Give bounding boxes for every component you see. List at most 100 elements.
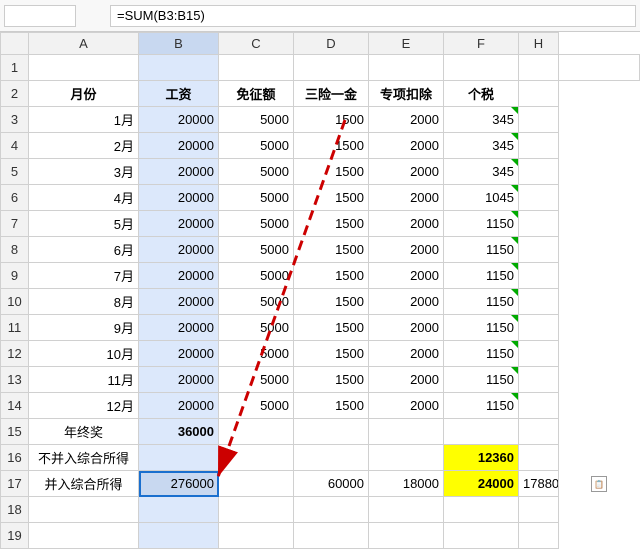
cell[interactable]: 1500 xyxy=(294,185,369,211)
cell[interactable]: 1150 xyxy=(444,237,519,263)
cell[interactable] xyxy=(519,289,559,315)
cell[interactable] xyxy=(369,497,444,523)
cell[interactable]: 2000 xyxy=(369,289,444,315)
cell[interactable] xyxy=(519,393,559,419)
cell[interactable]: 5000 xyxy=(219,185,294,211)
cell[interactable] xyxy=(519,237,559,263)
cell[interactable]: 20000 xyxy=(139,159,219,185)
cell[interactable]: 1500 xyxy=(294,263,369,289)
cell[interactable]: 工资 xyxy=(139,81,219,107)
cell[interactable]: 2000 xyxy=(369,185,444,211)
cell[interactable] xyxy=(219,55,294,81)
cell[interactable]: 20000 xyxy=(139,185,219,211)
cell[interactable]: 1500 xyxy=(294,393,369,419)
cell[interactable] xyxy=(519,523,559,549)
cell[interactable] xyxy=(294,523,369,549)
cell[interactable]: 2000 xyxy=(369,341,444,367)
cell[interactable]: 20000 xyxy=(139,133,219,159)
cell[interactable]: 7月 xyxy=(29,263,139,289)
cell[interactable]: 20000 xyxy=(139,237,219,263)
cell[interactable]: 1500 xyxy=(294,289,369,315)
cell[interactable]: 8月 xyxy=(29,289,139,315)
cell[interactable] xyxy=(29,497,139,523)
cell[interactable] xyxy=(219,497,294,523)
cell[interactable]: 1500 xyxy=(294,237,369,263)
cell[interactable] xyxy=(444,419,519,445)
cell[interactable]: 1150 xyxy=(444,289,519,315)
cell[interactable]: 12360 xyxy=(444,445,519,471)
cell[interactable]: 1500 xyxy=(294,211,369,237)
cell[interactable] xyxy=(519,419,559,445)
cell[interactable]: 5000 xyxy=(219,133,294,159)
cell[interactable]: 5000 xyxy=(219,393,294,419)
cell[interactable]: 免征额 xyxy=(219,81,294,107)
cell[interactable]: 2月 xyxy=(29,133,139,159)
cell[interactable] xyxy=(444,497,519,523)
cell[interactable]: 1500 xyxy=(294,315,369,341)
cell[interactable]: 20000 xyxy=(139,393,219,419)
cell[interactable] xyxy=(519,55,559,81)
cell[interactable]: 276000 xyxy=(139,471,219,497)
col-header-f[interactable]: F xyxy=(444,33,519,55)
cell[interactable]: 5000 xyxy=(219,341,294,367)
cell[interactable]: 1500 xyxy=(294,133,369,159)
cell[interactable]: 1500 xyxy=(294,367,369,393)
cell[interactable] xyxy=(519,445,559,471)
cell[interactable] xyxy=(369,523,444,549)
cell[interactable]: 2000 xyxy=(369,263,444,289)
cell[interactable]: 1500 xyxy=(294,341,369,367)
cell[interactable]: 60000 xyxy=(294,471,369,497)
cell[interactable] xyxy=(444,55,519,81)
cell[interactable]: 11月 xyxy=(29,367,139,393)
cell[interactable]: 345 xyxy=(444,159,519,185)
cell[interactable]: 9月 xyxy=(29,315,139,341)
cell[interactable] xyxy=(519,185,559,211)
cell[interactable]: 345 xyxy=(444,107,519,133)
cell[interactable]: 345 xyxy=(444,133,519,159)
cell[interactable]: 2000 xyxy=(369,367,444,393)
cell[interactable]: 1150 xyxy=(444,315,519,341)
cell[interactable]: 1500 xyxy=(294,159,369,185)
cell[interactable] xyxy=(219,445,294,471)
cell[interactable]: 月份 xyxy=(29,81,139,107)
cell[interactable]: 5000 xyxy=(219,159,294,185)
cell[interactable] xyxy=(139,497,219,523)
col-header-b[interactable]: B xyxy=(139,33,219,55)
col-header-h[interactable]: H xyxy=(519,33,559,55)
cell[interactable] xyxy=(219,419,294,445)
cell[interactable]: 5000 xyxy=(219,315,294,341)
cell[interactable] xyxy=(519,263,559,289)
cell[interactable] xyxy=(559,55,640,81)
cell[interactable]: 1150 xyxy=(444,393,519,419)
cell[interactable]: 并入综合所得 xyxy=(29,471,139,497)
cell[interactable]: 36000 xyxy=(139,419,219,445)
col-header-d[interactable]: D xyxy=(294,33,369,55)
cell[interactable]: 1150 xyxy=(444,263,519,289)
col-header-c[interactable]: C xyxy=(219,33,294,55)
cell[interactable]: 年终奖 xyxy=(29,419,139,445)
cell[interactable]: 12月 xyxy=(29,393,139,419)
cell[interactable]: 专项扣除 xyxy=(369,81,444,107)
cell[interactable]: 20000 xyxy=(139,107,219,133)
cell[interactable] xyxy=(29,55,139,81)
cell[interactable] xyxy=(294,445,369,471)
cell[interactable]: 1150 xyxy=(444,367,519,393)
cell[interactable]: 20000 xyxy=(139,211,219,237)
cell[interactable] xyxy=(294,55,369,81)
cell[interactable]: 20000 xyxy=(139,263,219,289)
cell-reference-box[interactable] xyxy=(4,5,76,27)
cell[interactable]: 20000 xyxy=(139,289,219,315)
cell[interactable] xyxy=(519,367,559,393)
cell[interactable] xyxy=(519,107,559,133)
cell[interactable] xyxy=(139,523,219,549)
cell[interactable]: 20000 xyxy=(139,341,219,367)
cell[interactable] xyxy=(369,445,444,471)
cell[interactable]: 1150 xyxy=(444,341,519,367)
cell[interactable] xyxy=(29,523,139,549)
cell[interactable]: 2000 xyxy=(369,133,444,159)
cell[interactable] xyxy=(519,315,559,341)
cell[interactable] xyxy=(444,523,519,549)
formula-input[interactable] xyxy=(110,5,636,27)
cell[interactable]: 1月 xyxy=(29,107,139,133)
cell[interactable] xyxy=(369,55,444,81)
